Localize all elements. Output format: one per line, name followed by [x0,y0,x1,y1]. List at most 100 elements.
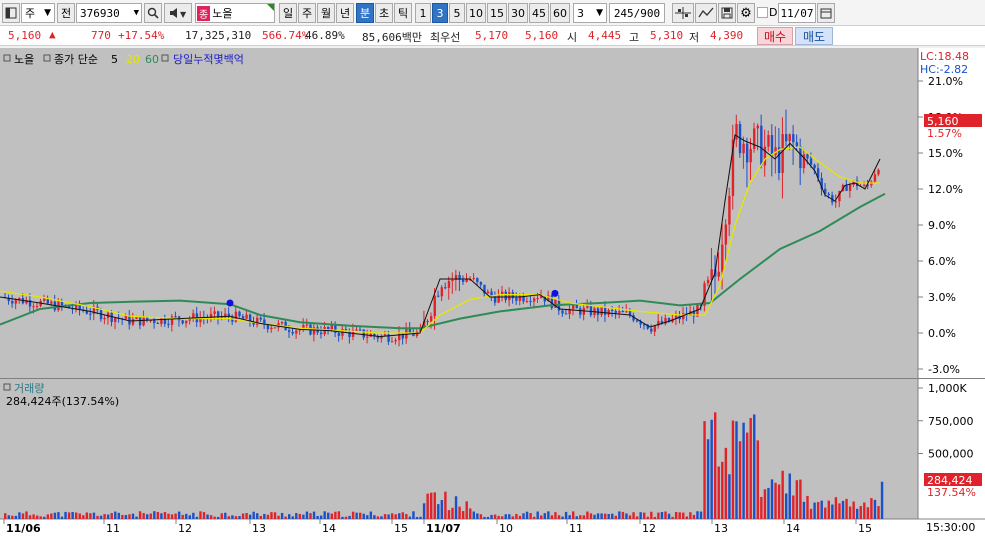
market-select[interactable]: 주 ▼ [21,3,55,23]
interval-5[interactable]: 5 [449,3,465,23]
volume-bar [220,513,223,519]
interval-45[interactable]: 45 [529,3,549,23]
down-candle [241,316,245,319]
volume-bar [312,511,316,519]
down-candle [515,297,518,301]
up-candle [383,334,387,336]
volume-bar [348,515,351,519]
up-candle [465,279,468,282]
svg-text:▼: ▼ [180,10,187,19]
legend-ma5: 5 [111,53,118,66]
search-button[interactable] [144,3,162,23]
volume-bar [440,500,444,519]
volume-bar [809,508,813,519]
volume-y-tick-label: 750,000 [928,415,974,428]
prev-button[interactable]: 전 [57,3,75,23]
market-select-value: 주 [25,7,36,20]
down-candle [785,134,788,142]
volume-bar [426,493,429,519]
buy-button[interactable]: 매수 [757,27,793,45]
volume-bar [376,516,380,519]
volume-bar [639,512,642,519]
trend-tool-button[interactable] [695,3,717,23]
volume-bar [490,514,493,519]
volume-bar [735,421,738,519]
period-year[interactable]: 년 [336,3,354,23]
volume-bar [341,516,344,519]
up-candle [472,278,475,280]
date-input[interactable]: 11/07 [778,3,816,23]
volume-bar [284,516,287,519]
interval-select[interactable]: 3 ▼ [573,3,607,23]
volume-bar [138,511,142,519]
up-candle [270,327,273,330]
volume-bar [866,507,870,519]
stock-code-input[interactable]: 376930 ▼ [76,3,142,23]
interval-60[interactable]: 60 [550,3,570,23]
volume-bar [497,515,500,519]
period-minute[interactable]: 분 [356,3,374,23]
calendar-icon [820,8,832,19]
down-candle [327,326,330,330]
speaker-button[interactable]: ▼ [164,3,192,23]
volume-bar [540,515,543,519]
low-label: 저 [689,31,700,44]
volume-bar [845,498,848,519]
settings-button[interactable]: ⚙ [737,3,755,23]
stock-name-field[interactable]: 종 노을 [195,3,275,23]
interval-3[interactable]: 3 [432,3,448,23]
up-candle [280,321,284,324]
period-second[interactable]: 초 [375,3,393,23]
y-tick-label: 12.0% [928,183,963,196]
up-candle [273,327,277,329]
crosshair-button[interactable] [672,3,694,23]
up-candle [728,195,731,225]
interval-10[interactable]: 10 [466,3,486,23]
volume-bar [188,515,191,519]
high-price: 5,310 [650,29,684,42]
up-candle [213,311,216,314]
volume-bar [430,492,433,519]
up-candle [131,319,135,325]
volume-bar [309,513,312,519]
volume-bar [14,515,18,519]
chart-area[interactable]: 21.0%18.0%15.0%12.0%9.0%6.0%3.0%0.0%-3.0… [0,48,985,536]
down-candle [156,322,160,324]
volume-bar [664,511,667,519]
volume-bar [738,441,742,519]
volume-bar [387,514,390,519]
up-candle [486,291,490,294]
volume-bar [206,514,209,519]
layout-icon[interactable] [2,3,20,23]
volume-bar [75,512,78,519]
period-month[interactable]: 월 [317,3,335,23]
price-panel[interactable] [0,48,918,378]
save-button[interactable] [718,3,736,23]
window-icon [5,7,17,19]
volume-bar [831,504,834,519]
interval-15[interactable]: 15 [487,3,507,23]
interval-30[interactable]: 30 [508,3,528,23]
down-candle [827,193,830,196]
up-candle [877,169,880,175]
period-day[interactable]: 일 [279,3,297,23]
up-candle [586,305,589,308]
volume-bar [96,515,99,519]
period-tick[interactable]: 틱 [394,3,412,23]
down-candle [792,134,795,143]
volume-bar [785,493,788,519]
data-count-field[interactable]: 245/900 [609,3,665,23]
x-tick-label: 11/07 [426,522,461,535]
volume-bar [728,474,731,519]
lc-label: LC:18.48 [920,50,969,63]
volume-bar [856,508,859,519]
y-tick-label: 9.0% [928,219,956,232]
sell-button[interactable]: 매도 [795,27,833,45]
period-week[interactable]: 주 [298,3,316,23]
date-checkbox[interactable] [757,7,768,18]
volume-bar [270,512,273,519]
interval-1[interactable]: 1 [415,3,431,23]
calendar-button[interactable] [817,3,835,23]
volume-bar [256,513,259,519]
up-candle [717,271,720,277]
